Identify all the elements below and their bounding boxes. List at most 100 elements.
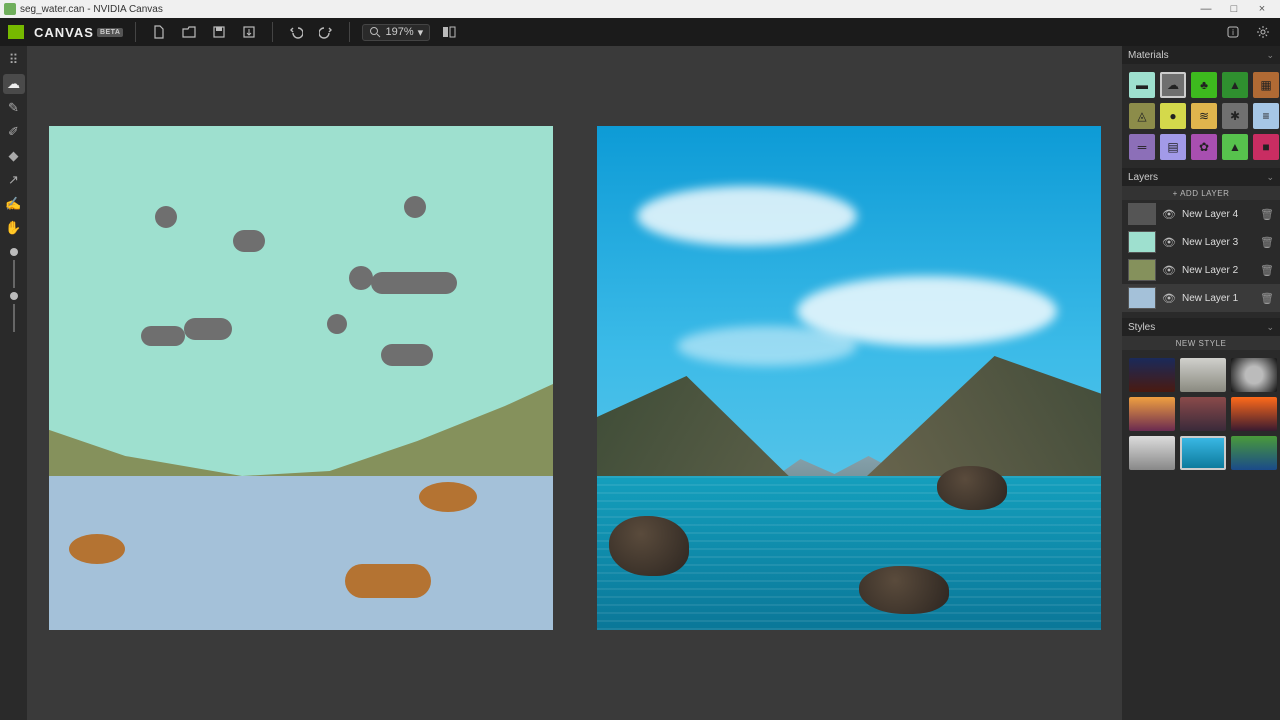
layer-thumbnail bbox=[1128, 259, 1156, 281]
layer-row[interactable]: 👁New Layer 4🗑 bbox=[1122, 200, 1280, 228]
help-button[interactable]: i bbox=[1222, 21, 1244, 43]
material-hill[interactable]: ◬ bbox=[1129, 103, 1155, 129]
window-maximize-button[interactable]: □ bbox=[1220, 3, 1248, 15]
visibility-toggle-icon[interactable]: 👁 bbox=[1162, 236, 1176, 249]
style-thumbnail-2[interactable] bbox=[1231, 358, 1277, 392]
move-tool[interactable]: ⠿ bbox=[3, 50, 25, 70]
workspace bbox=[27, 46, 1122, 720]
fill-tool[interactable]: ◆ bbox=[3, 146, 25, 166]
delete-layer-icon[interactable]: 🗑 bbox=[1260, 264, 1274, 277]
material-sky[interactable]: ▬ bbox=[1129, 72, 1155, 98]
style-thumbnail-8[interactable] bbox=[1231, 436, 1277, 470]
seg-cloud-stroke bbox=[233, 230, 265, 252]
visibility-toggle-icon[interactable]: 👁 bbox=[1162, 292, 1176, 305]
visibility-toggle-icon[interactable]: 👁 bbox=[1162, 264, 1176, 277]
render-rock bbox=[609, 516, 689, 576]
layer-row[interactable]: 👁New Layer 1🗑 bbox=[1122, 284, 1280, 312]
brush-size-slider[interactable] bbox=[0, 248, 27, 332]
add-layer-button[interactable]: + ADD LAYER bbox=[1122, 186, 1280, 200]
material-sand[interactable]: ≋ bbox=[1191, 103, 1217, 129]
render-rock bbox=[859, 566, 949, 614]
line-tool[interactable]: ↗ bbox=[3, 170, 25, 190]
zoom-value: 197% bbox=[385, 26, 413, 38]
app-toolbar: CANVAS BETA 197% ▾ i bbox=[0, 18, 1280, 46]
seg-cloud-stroke bbox=[404, 196, 426, 218]
style-thumbnail-1[interactable] bbox=[1180, 358, 1226, 392]
redo-button[interactable] bbox=[315, 21, 337, 43]
layer-thumbnail bbox=[1128, 203, 1156, 225]
style-thumbnail-0[interactable] bbox=[1129, 358, 1175, 392]
style-thumbnail-7[interactable] bbox=[1180, 436, 1226, 470]
delete-layer-icon[interactable]: 🗑 bbox=[1260, 208, 1274, 221]
render-cloud bbox=[677, 326, 857, 366]
materials-grid: ▬☁♣▲▦◬●≋✱≡═▤✿▲■ bbox=[1122, 64, 1280, 168]
rendered-canvas[interactable] bbox=[597, 126, 1101, 630]
seg-rock-stroke bbox=[345, 564, 431, 598]
seg-cloud-stroke bbox=[381, 344, 433, 366]
seg-cloud-stroke bbox=[371, 272, 457, 294]
layer-thumbnail bbox=[1128, 287, 1156, 309]
material-grass[interactable]: ♣ bbox=[1191, 72, 1217, 98]
material-mountain[interactable]: ▲ bbox=[1222, 72, 1248, 98]
undo-button[interactable] bbox=[285, 21, 307, 43]
seg-water-region bbox=[49, 476, 553, 630]
open-file-button[interactable] bbox=[178, 21, 200, 43]
delete-layer-icon[interactable]: 🗑 bbox=[1260, 292, 1274, 305]
material-snow[interactable]: ≡ bbox=[1253, 103, 1279, 129]
material-cloud[interactable]: ☁ bbox=[1160, 72, 1186, 98]
right-panel: Materials ⌄ ▬☁♣▲▦◬●≋✱≡═▤✿▲■ Layers ⌄ + A… bbox=[1122, 46, 1280, 720]
material-gravel[interactable]: ✱ bbox=[1222, 103, 1248, 129]
style-thumbnail-5[interactable] bbox=[1231, 397, 1277, 431]
seg-rock-stroke bbox=[419, 482, 477, 512]
os-titlebar: seg_water.can - NVIDIA Canvas — □ × bbox=[0, 0, 1280, 18]
seg-cloud-stroke bbox=[141, 326, 185, 346]
material-fog[interactable]: ═ bbox=[1129, 134, 1155, 160]
compare-toggle-button[interactable] bbox=[438, 21, 460, 43]
settings-button[interactable] bbox=[1252, 21, 1274, 43]
new-style-button[interactable]: NEW STYLE bbox=[1122, 336, 1280, 350]
window-minimize-button[interactable]: — bbox=[1192, 3, 1220, 15]
pan-tool[interactable]: ✋ bbox=[3, 218, 25, 238]
materials-title: Materials bbox=[1128, 50, 1169, 61]
pencil-tool[interactable]: ✐ bbox=[3, 122, 25, 142]
delete-layer-icon[interactable]: 🗑 bbox=[1260, 236, 1274, 249]
material-dirt[interactable]: ▦ bbox=[1253, 72, 1279, 98]
zoom-control[interactable]: 197% ▾ bbox=[362, 24, 430, 41]
layers-title: Layers bbox=[1128, 172, 1158, 183]
current-material-indicator[interactable]: ☁ bbox=[3, 74, 25, 94]
nvidia-logo-icon bbox=[8, 25, 24, 39]
materials-panel-header[interactable]: Materials ⌄ bbox=[1122, 46, 1280, 64]
style-thumbnail-4[interactable] bbox=[1180, 397, 1226, 431]
export-button[interactable] bbox=[238, 21, 260, 43]
app-icon bbox=[4, 3, 16, 15]
app-brand: CANVAS BETA bbox=[34, 25, 123, 40]
seg-rock-stroke bbox=[69, 534, 125, 564]
material-sea[interactable]: ▤ bbox=[1160, 134, 1186, 160]
style-thumbnail-3[interactable] bbox=[1129, 397, 1175, 431]
slider-handle[interactable] bbox=[10, 292, 18, 300]
eyedropper-tool[interactable]: ✍ bbox=[3, 194, 25, 214]
chevron-down-icon: ⌄ bbox=[1266, 50, 1274, 61]
save-button[interactable] bbox=[208, 21, 230, 43]
render-rock bbox=[937, 466, 1007, 510]
window-close-button[interactable]: × bbox=[1248, 3, 1276, 15]
material-tree[interactable]: ▲ bbox=[1222, 134, 1248, 160]
visibility-toggle-icon[interactable]: 👁 bbox=[1162, 208, 1176, 221]
chevron-down-icon: ⌄ bbox=[1266, 172, 1274, 183]
layers-panel-header[interactable]: Layers ⌄ bbox=[1122, 168, 1280, 186]
chevron-down-icon: ⌄ bbox=[1266, 322, 1274, 333]
material-rock[interactable]: ■ bbox=[1253, 134, 1279, 160]
layer-row[interactable]: 👁New Layer 3🗑 bbox=[1122, 228, 1280, 256]
segmentation-canvas[interactable] bbox=[49, 126, 553, 630]
styles-panel-header[interactable]: Styles ⌄ bbox=[1122, 318, 1280, 336]
style-thumbnail-6[interactable] bbox=[1129, 436, 1175, 470]
new-file-button[interactable] bbox=[148, 21, 170, 43]
slider-track bbox=[13, 260, 15, 288]
material-flower[interactable]: ✿ bbox=[1191, 134, 1217, 160]
brush-tool[interactable]: ✎ bbox=[3, 98, 25, 118]
layer-row[interactable]: 👁New Layer 2🗑 bbox=[1122, 256, 1280, 284]
tool-palette: ⠿ ☁ ✎ ✐ ◆ ↗ ✍ ✋ bbox=[0, 46, 27, 720]
seg-cloud-stroke bbox=[327, 314, 347, 334]
brand-name: CANVAS bbox=[34, 25, 94, 40]
material-bush[interactable]: ● bbox=[1160, 103, 1186, 129]
